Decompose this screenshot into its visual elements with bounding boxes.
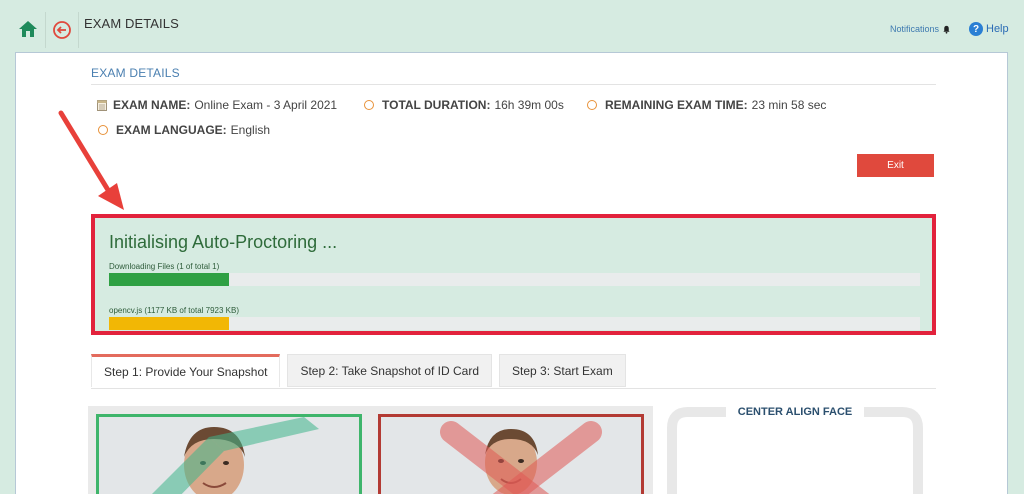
annotation-arrow-icon [58,110,124,210]
